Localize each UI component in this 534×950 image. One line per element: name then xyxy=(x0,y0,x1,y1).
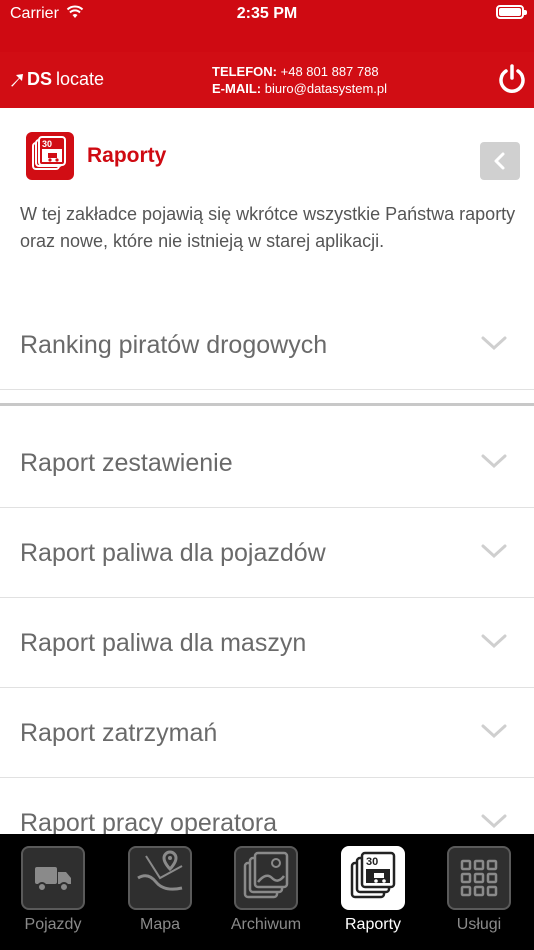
report-row[interactable]: Raport paliwa dla pojazdów xyxy=(0,508,534,598)
tab-icon-number: 30 xyxy=(366,856,378,868)
report-list: Raport zestawienie Raport paliwa dla poj… xyxy=(0,418,534,834)
tab-label: Mapa xyxy=(139,916,181,933)
report-row[interactable]: Raport pracy operatora xyxy=(0,778,534,834)
chevron-left-icon xyxy=(494,152,505,170)
report-list-top: Ranking piratów drogowych xyxy=(0,300,534,390)
report-row[interactable]: Raport zestawienie xyxy=(0,418,534,508)
report-row[interactable]: Ranking piratów drogowych xyxy=(0,300,534,390)
tab-mapa[interactable]: Mapa xyxy=(124,846,196,934)
phone-label: TELEFON: xyxy=(212,64,277,79)
chevron-down-icon xyxy=(481,336,507,351)
report-label: Raport paliwa dla maszyn xyxy=(20,629,307,657)
grid-icon xyxy=(447,846,511,910)
archive-icon xyxy=(234,846,298,910)
content-area[interactable]: 30 Raporty W tej zakładce pojawią się wk… xyxy=(0,108,534,834)
tab-label: Pojazdy xyxy=(24,916,82,933)
logo-ds-text: DS xyxy=(27,69,53,89)
reports-icon: 30 xyxy=(341,846,405,910)
tab-bar: Pojazdy Mapa Archiwum 30 Raporty Usługi xyxy=(0,834,534,950)
logo-locate-text: locate xyxy=(56,69,105,89)
report-row[interactable]: Raport zatrzymań xyxy=(0,688,534,778)
power-icon[interactable] xyxy=(496,63,528,95)
battery-icon xyxy=(496,5,527,19)
section-description: W tej zakładce pojawią się wkrótce wszys… xyxy=(20,204,516,251)
status-bar: Carrier 2:35 PM xyxy=(0,0,534,52)
tab-label: Archiwum xyxy=(230,916,302,933)
truck-icon xyxy=(21,846,85,910)
email-label: E-MAIL: xyxy=(212,81,262,96)
contact-info: TELEFON: +48 801 887 788 E-MAIL: biuro@d… xyxy=(212,63,387,97)
chevron-down-icon xyxy=(481,544,507,559)
chevron-down-icon xyxy=(481,634,507,649)
report-label: Raport pracy operatora xyxy=(20,809,278,834)
chevron-down-icon xyxy=(481,454,507,469)
chevron-down-icon xyxy=(481,814,507,829)
report-row[interactable]: Raport paliwa dla maszyn xyxy=(0,598,534,688)
page-title: Raporty xyxy=(87,144,167,167)
logo-arrow-icon xyxy=(11,73,23,86)
list-divider xyxy=(0,403,534,406)
tab-raporty[interactable]: 30 Raporty xyxy=(337,846,409,934)
section-header: 30 Raporty xyxy=(26,132,166,180)
report-label: Raport zestawienie xyxy=(20,449,233,477)
tab-label: Raporty xyxy=(344,916,402,933)
tab-pojazdy[interactable]: Pojazdy xyxy=(17,846,89,934)
phone-value[interactable]: +48 801 887 788 xyxy=(281,64,379,79)
report-label: Raport paliwa dla pojazdów xyxy=(20,539,326,567)
map-icon xyxy=(128,846,192,910)
status-time: 2:35 PM xyxy=(236,5,298,22)
back-button[interactable] xyxy=(480,142,520,180)
reports-section-icon: 30 xyxy=(26,132,74,180)
ds-locate-logo: DS locate xyxy=(10,69,104,90)
tab-label: Usługi xyxy=(456,916,502,933)
report-label: Raport zatrzymań xyxy=(20,719,218,747)
app-header: DS locate TELEFON: +48 801 887 788 E-MAI… xyxy=(0,52,534,108)
tab-uslugi[interactable]: Usługi xyxy=(443,846,515,934)
section-icon-number: 30 xyxy=(42,139,52,149)
chevron-down-icon xyxy=(481,724,507,739)
tab-archiwum[interactable]: Archiwum xyxy=(230,846,302,934)
report-label: Ranking piratów drogowych xyxy=(20,331,328,359)
email-value[interactable]: biuro@datasystem.pl xyxy=(265,81,387,96)
